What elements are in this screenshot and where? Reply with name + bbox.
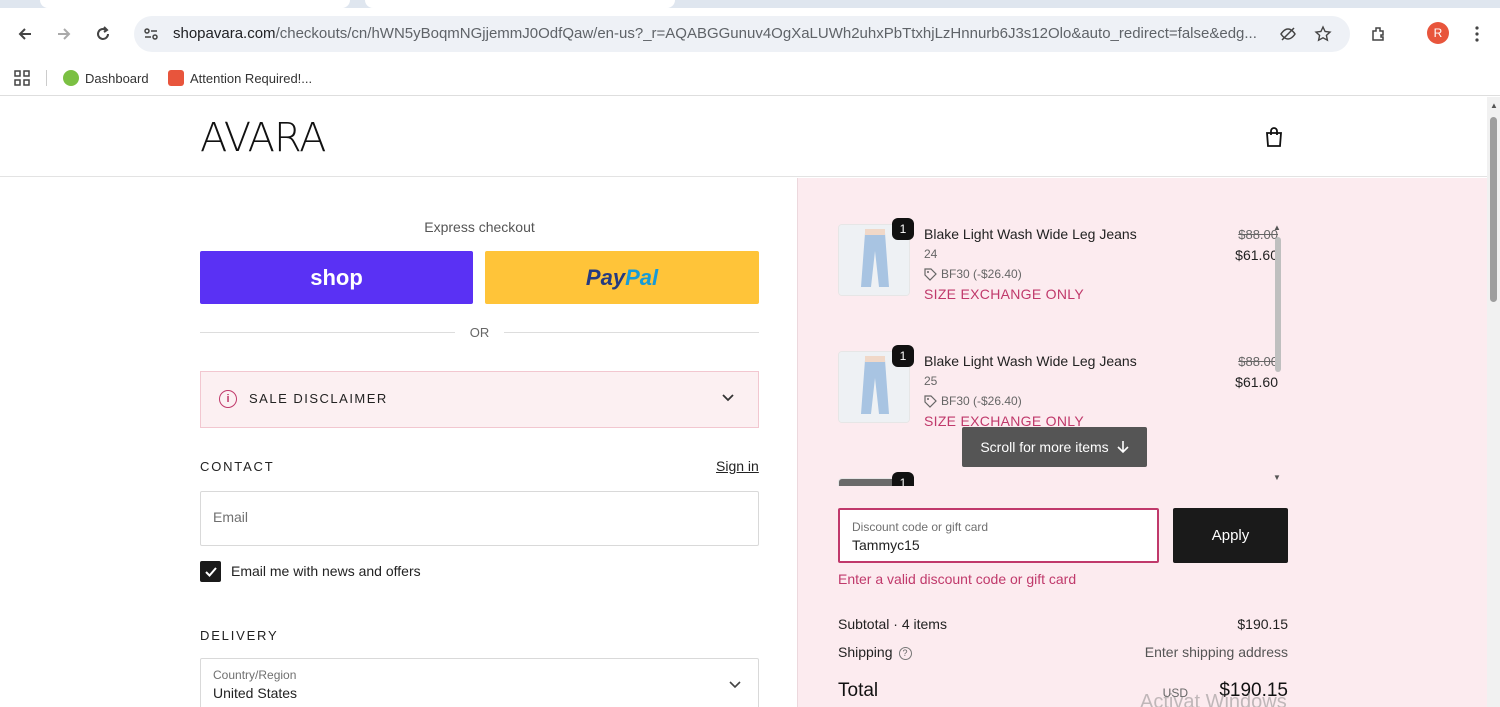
page-scrollbar[interactable]: ▲	[1487, 97, 1500, 707]
country-select[interactable]: Country/Region United States	[200, 658, 759, 707]
tab-inactive[interactable]	[365, 0, 675, 8]
back-icon[interactable]	[13, 22, 37, 46]
item-name: Blake Light Wash Wide Leg Jeans	[924, 226, 1137, 242]
tab-strip	[0, 0, 1500, 8]
quantity-badge: 1	[892, 472, 914, 486]
scroll-down-icon[interactable]: ▼	[1273, 473, 1281, 482]
tag-icon	[924, 394, 937, 408]
discount-label: Discount code or gift card	[852, 520, 989, 534]
subtotal-value: $190.15	[1237, 616, 1288, 632]
shop-pay-button[interactable]: shop	[200, 251, 473, 304]
chevron-down-icon	[721, 390, 735, 408]
or-divider: OR	[200, 323, 759, 343]
sale-disclaimer-accordion[interactable]: i SALE DISCLAIMER	[200, 371, 759, 428]
quantity-badge: 1	[892, 218, 914, 240]
help-icon[interactable]: ?	[898, 646, 912, 660]
order-summary: 1 Blake Light Wash Wide Leg Jeans 24 BF3…	[797, 178, 1487, 707]
item-size: 24	[924, 247, 938, 261]
item-discount: BF30 (-$26.40)	[924, 394, 1022, 408]
shipping-label: Shipping	[838, 644, 893, 660]
arrow-down-icon	[1117, 441, 1129, 454]
item-price: $61.60	[1235, 374, 1278, 390]
site-settings-icon[interactable]	[142, 25, 160, 43]
item-name: Blake Light Wash Wide Leg Jeans	[924, 353, 1137, 369]
scrollbar-thumb[interactable]	[1490, 117, 1497, 302]
discount-code-field[interactable]: Discount code or gift card Tammyc15	[838, 508, 1159, 563]
bookmark-divider	[46, 70, 47, 86]
newsletter-label[interactable]: Email me with news and offers	[231, 563, 421, 579]
extensions-icon[interactable]	[1367, 22, 1391, 46]
delivery-heading: DELIVERY	[200, 628, 279, 643]
or-label: OR	[469, 325, 490, 340]
quantity-badge: 1	[892, 345, 914, 367]
tab-active[interactable]	[40, 0, 350, 8]
store-header: AVARA	[0, 97, 1487, 177]
address-bar[interactable]: shopavara.com/checkouts/cn/hWN5yBoqmNGjj…	[134, 16, 1350, 52]
subtotal-row: Subtotal · 4 items $190.15	[838, 616, 1288, 632]
bookmark-label: Dashboard	[85, 70, 149, 86]
tag-icon	[924, 267, 937, 281]
scroll-up-icon[interactable]: ▲	[1490, 101, 1498, 110]
url-text[interactable]: shopavara.com/checkouts/cn/hWN5yBoqmNGjj…	[173, 25, 1273, 42]
list-item: 1 Blake Light Wash Wide Leg Jeans 25 BF3…	[838, 345, 1278, 435]
profile-avatar[interactable]: R	[1427, 22, 1449, 44]
email-field[interactable]	[200, 491, 759, 546]
windows-watermark: Activat Windows	[1140, 691, 1287, 707]
dashboard-favicon-icon	[63, 70, 79, 86]
bookmark-dashboard[interactable]: Dashboard	[63, 66, 149, 90]
discount-error: Enter a valid discount code or gift card	[838, 571, 1077, 587]
item-discount: BF30 (-$26.40)	[924, 267, 1022, 281]
scroll-up-icon[interactable]: ▲	[1273, 223, 1281, 232]
scroll-more-tooltip[interactable]: Scroll for more items	[962, 427, 1147, 467]
shipping-value: Enter shipping address	[1144, 644, 1288, 660]
bookmark-attention[interactable]: Attention Required!...	[168, 66, 312, 90]
apps-icon[interactable]	[13, 66, 31, 90]
newsletter-checkbox[interactable]	[200, 561, 221, 582]
list-item: 1	[838, 472, 1278, 486]
country-value: United States	[213, 685, 298, 701]
bookmark-label: Attention Required!...	[190, 70, 313, 86]
shipping-row: Shipping? Enter shipping address	[838, 644, 1288, 660]
item-price: $61.60	[1235, 247, 1278, 263]
paypal-label-pal: Pal	[625, 264, 659, 290]
checkout-page: AVARA Express checkout shop Pay Pal OR i …	[0, 97, 1487, 707]
subtotal-label: Subtotal · 4 items	[838, 616, 947, 632]
star-icon[interactable]	[1314, 25, 1332, 43]
express-checkout-label: Express checkout	[424, 219, 535, 235]
scrollbar-thumb[interactable]	[1275, 237, 1281, 372]
sale-disclaimer-label: SALE DISCLAIMER	[249, 391, 388, 406]
menu-icon[interactable]	[1465, 22, 1489, 46]
email-input[interactable]	[213, 509, 743, 525]
total-label: Total	[838, 680, 879, 701]
eye-off-icon[interactable]	[1279, 25, 1297, 43]
discount-input[interactable]: Tammyc15	[852, 537, 920, 553]
items-scrollbar[interactable]: ▲ ▼	[1273, 223, 1281, 483]
browser-toolbar: shopavara.com/checkouts/cn/hWN5yBoqmNGjj…	[0, 8, 1500, 60]
sign-in-link[interactable]: Sign in	[716, 458, 759, 474]
info-icon: i	[219, 390, 237, 408]
reload-icon[interactable]	[91, 22, 115, 46]
item-note: SIZE EXCHANGE ONLY	[924, 286, 1084, 302]
bookmarks-bar: Dashboard Attention Required!...	[0, 60, 1500, 96]
cart-bag-icon[interactable]	[1262, 125, 1286, 149]
item-size: 25	[924, 374, 938, 388]
paypal-label-pay: Pay	[585, 264, 626, 290]
country-label: Country/Region	[213, 668, 297, 682]
apply-button[interactable]: Apply	[1173, 508, 1288, 563]
paypal-button[interactable]: Pay Pal	[485, 251, 759, 304]
chevron-down-icon	[729, 676, 741, 692]
checkout-form: Express checkout shop Pay Pal OR i SALE D…	[0, 178, 797, 707]
list-item: 1 Blake Light Wash Wide Leg Jeans 24 BF3…	[838, 218, 1278, 308]
attention-favicon-icon	[168, 70, 184, 86]
forward-icon[interactable]	[52, 22, 76, 46]
store-logo[interactable]: AVARA	[200, 115, 327, 161]
contact-heading: CONTACT	[200, 459, 275, 474]
